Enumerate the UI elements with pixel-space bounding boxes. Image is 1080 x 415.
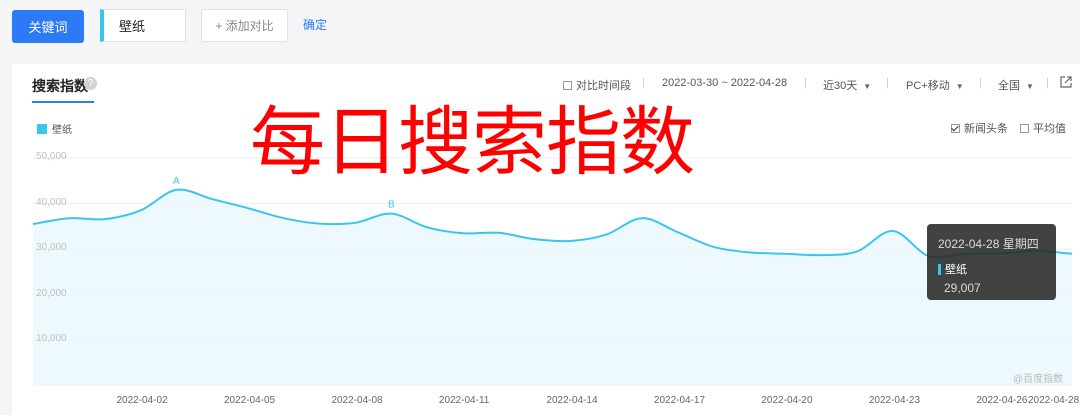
x-tick-label: 2022-04-05 [223,395,276,406]
x-tick-label: 2022-04-20 [761,395,813,406]
y-tick-label: 40,000 [36,196,67,208]
y-tick-label: 10,000 [36,333,67,345]
x-tick-label: 2022-04-17 [653,395,706,406]
tooltip-date: 2022-04-28 星期四 [938,237,1039,251]
watermark: @百度指数 [1013,374,1064,385]
news-annotation-b[interactable]: B [388,200,395,211]
news-annotation-a[interactable]: A [173,176,180,187]
x-tick-label: 2022-04-14 [546,395,598,406]
tooltip-series: 壁纸 [938,261,1045,277]
x-tick-label: 2022-04-08 [331,395,383,406]
overlay-caption: 每日搜索指数 [250,100,695,184]
series-marker [938,263,941,275]
y-tick-label: 30,000 [36,242,67,254]
x-tick-label: 2022-04-11 [438,395,490,406]
search-index-chart[interactable]: AB [0,0,1080,415]
x-tick-label: 2022-04-02 [116,395,168,406]
y-tick-label: 50,000 [36,151,67,162]
x-tick-label: 2022-04-26 [976,395,1028,406]
y-tick-label: 20,000 [36,287,67,299]
x-tick-label: 2022-04-23 [868,395,921,406]
x-tick-label: 2022-04-28 [1028,395,1080,406]
data-tooltip: 2022-04-28 星期四 壁纸 29,007 [927,224,1056,300]
tooltip-value: 29,007 [944,281,981,295]
